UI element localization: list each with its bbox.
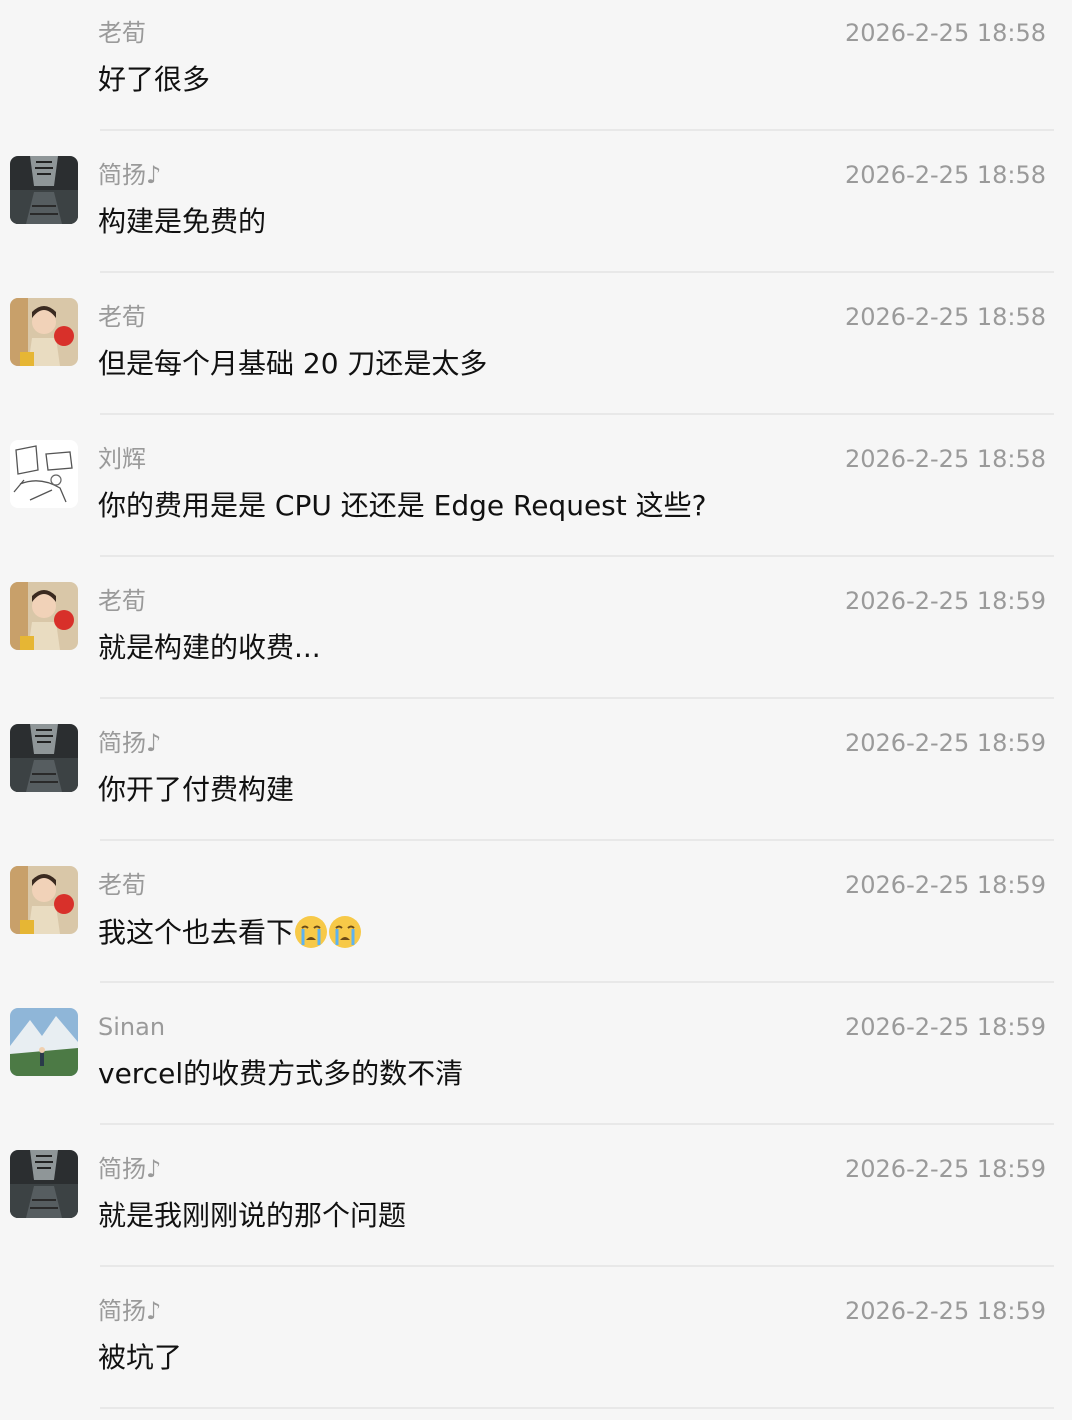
- crying-face-icon: [294, 916, 328, 949]
- message-text: 你的费用是是 CPU 还还是 Edge Request 这些?: [98, 489, 707, 523]
- sender-name[interactable]: 老荀: [98, 586, 146, 616]
- tiger-avatar[interactable]: [10, 1150, 78, 1218]
- sender-name[interactable]: 简扬♪: [98, 728, 161, 758]
- message-divider: [100, 129, 1054, 131]
- message-text-content: 构建是免费的: [98, 205, 267, 238]
- chat-message: 老荀 2026-2-25 18:59 就是构建的收费...: [0, 568, 1072, 710]
- message-text-content: 就是我刚刚说的那个问题: [98, 1199, 407, 1232]
- chat-message: 简扬♪ 2026-2-25 18:59 被坑了: [0, 1278, 1072, 1420]
- girl-avatar[interactable]: [10, 298, 78, 366]
- sender-name[interactable]: 老荀: [98, 302, 146, 332]
- message-timestamp: 2026-2-25 18:59: [845, 587, 1046, 615]
- sender-name[interactable]: 老荀: [98, 870, 146, 900]
- message-text-content: 就是构建的收费...: [98, 631, 321, 664]
- chat-message: 简扬♪ 2026-2-25 18:59 就是我刚刚说的那个问题: [0, 1136, 1072, 1278]
- chat-message: Sinan 2026-2-25 18:59 vercel的收费方式多的数不清: [0, 994, 1072, 1136]
- message-text-content: vercel的收费方式多的数不清: [98, 1057, 464, 1090]
- sketch-avatar[interactable]: [10, 440, 78, 508]
- sender-name[interactable]: 老荀: [98, 18, 146, 48]
- crying-face-icon: [328, 916, 362, 949]
- message-divider: [100, 981, 1054, 983]
- message-text-content: 你开了付费构建: [98, 773, 295, 806]
- sender-name[interactable]: 刘辉: [98, 444, 146, 474]
- message-text-content: 我这个也去看下: [98, 916, 295, 949]
- chat-message: 简扬♪ 2026-2-25 18:58 构建是免费的: [0, 142, 1072, 284]
- message-text: 被坑了: [98, 1341, 182, 1375]
- mountain-avatar[interactable]: [10, 1008, 78, 1076]
- message-text: 好了很多: [98, 63, 210, 97]
- chat-message: 老荀 2026-2-25 18:58 但是每个月基础 20 刀还是太多: [0, 284, 1072, 426]
- message-divider: [100, 839, 1054, 841]
- message-timestamp: 2026-2-25 18:58: [845, 161, 1046, 189]
- message-divider: [100, 697, 1054, 699]
- message-timestamp: 2026-2-25 18:58: [845, 303, 1046, 331]
- message-divider: [100, 413, 1054, 415]
- message-timestamp: 2026-2-25 18:59: [845, 1297, 1046, 1325]
- message-timestamp: 2026-2-25 18:59: [845, 1013, 1046, 1041]
- message-text-content: 被坑了: [98, 1341, 183, 1374]
- message-timestamp: 2026-2-25 18:58: [845, 445, 1046, 473]
- message-divider: [100, 1265, 1054, 1267]
- message-timestamp: 2026-2-25 18:59: [845, 729, 1046, 757]
- message-timestamp: 2026-2-25 18:59: [845, 871, 1046, 899]
- chat-message: 刘辉 2026-2-25 18:58 你的费用是是 CPU 还还是 Edge Req…: [0, 426, 1072, 568]
- sender-name[interactable]: 简扬♪: [98, 1154, 161, 1184]
- message-divider: [100, 1123, 1054, 1125]
- message-text: 就是我刚刚说的那个问题: [98, 1199, 406, 1233]
- message-text-content: 你的费用是是 CPU 还还是 Edge Request 这些?: [98, 489, 707, 522]
- chat-message: 老荀 2026-2-25 18:58 好了很多: [0, 0, 1072, 142]
- chat-message: 简扬♪ 2026-2-25 18:59 你开了付费构建: [0, 710, 1072, 852]
- message-timestamp: 2026-2-25 18:59: [845, 1155, 1046, 1183]
- sender-name[interactable]: 简扬♪: [98, 160, 161, 190]
- message-text: 我这个也去看下: [98, 915, 362, 950]
- message-text: vercel的收费方式多的数不清: [98, 1057, 463, 1091]
- message-text: 就是构建的收费...: [98, 631, 321, 665]
- tiger-avatar[interactable]: [10, 156, 78, 224]
- tiger-avatar[interactable]: [10, 724, 78, 792]
- girl-avatar[interactable]: [10, 866, 78, 934]
- message-text-content: 但是每个月基础 20 刀还是太多: [98, 347, 488, 380]
- message-text: 但是每个月基础 20 刀还是太多: [98, 347, 487, 381]
- message-text-content: 好了很多: [98, 63, 211, 96]
- chat-message: 老荀 2026-2-25 18:59 我这个也去看下: [0, 852, 1072, 994]
- sender-name[interactable]: 简扬♪: [98, 1296, 161, 1326]
- sender-name[interactable]: Sinan: [98, 1012, 165, 1042]
- message-text: 你开了付费构建: [98, 773, 294, 807]
- girl-avatar[interactable]: [10, 582, 78, 650]
- message-divider: [100, 1407, 1054, 1409]
- message-divider: [100, 271, 1054, 273]
- message-timestamp: 2026-2-25 18:58: [845, 19, 1046, 47]
- message-divider: [100, 555, 1054, 557]
- message-text: 构建是免费的: [98, 205, 266, 239]
